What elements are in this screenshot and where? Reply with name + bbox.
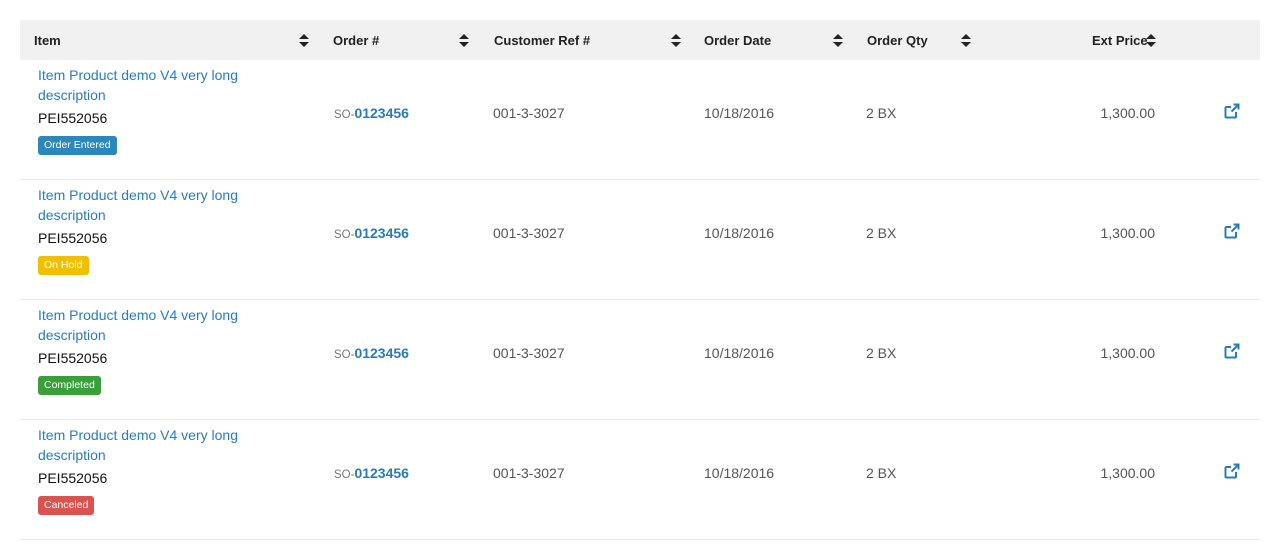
order-qty: 2 BX — [866, 465, 897, 481]
customer-ref: 001-3-3027 — [493, 105, 565, 121]
order-qty: 2 BX — [866, 345, 897, 361]
column-header-customer-ref: Customer Ref # — [494, 33, 591, 48]
order-lines-table: Item Order # Customer Ref # Order Date O… — [20, 20, 1260, 540]
ext-price: 1,300.00 — [1100, 345, 1156, 361]
order-prefix: SO- — [334, 109, 355, 121]
sort-icon[interactable] — [833, 34, 843, 47]
sort-icon[interactable] — [961, 34, 971, 47]
customer-ref: 001-3-3027 — [493, 345, 565, 361]
order-qty: 2 BX — [866, 105, 897, 121]
item-description-link[interactable]: Item Product demo V4 very long descripti… — [38, 65, 268, 105]
order-date: 10/18/2016 — [704, 465, 775, 481]
item-code: PEI552056 — [38, 350, 108, 366]
item-code: PEI552056 — [38, 470, 108, 486]
order-date: 10/18/2016 — [704, 345, 775, 361]
order-number-link[interactable]: 0123456 — [354, 345, 409, 361]
order-number: SO-0123456 — [334, 300, 409, 420]
order-number: SO-0123456 — [334, 180, 409, 300]
order-number: SO-0123456 — [334, 60, 409, 180]
column-header-order-qty: Order Qty — [867, 33, 928, 48]
ext-price: 1,300.00 — [1100, 225, 1156, 241]
order-number: SO-0123456 — [334, 420, 409, 540]
order-number-link[interactable]: 0123456 — [354, 225, 409, 241]
order-date: 10/18/2016 — [704, 105, 775, 121]
column-header-order-date: Order Date — [704, 33, 772, 48]
item-code: PEI552056 — [38, 110, 108, 126]
customer-ref: 001-3-3027 — [493, 225, 565, 241]
table-row: Item Product demo V4 very long descripti… — [20, 420, 1260, 540]
column-header-item: Item — [34, 33, 61, 48]
ext-price: 1,300.00 — [1100, 465, 1156, 481]
external-link-icon[interactable] — [1224, 103, 1240, 119]
order-prefix: SO- — [334, 229, 355, 241]
status-badge: Canceled — [38, 496, 95, 515]
ext-price: 1,300.00 — [1100, 105, 1156, 121]
status-badge: Completed — [38, 376, 101, 395]
order-prefix: SO- — [334, 469, 355, 481]
item-description-link[interactable]: Item Product demo V4 very long descripti… — [38, 305, 268, 345]
sort-icon[interactable] — [299, 34, 309, 47]
external-link-icon[interactable] — [1224, 343, 1240, 359]
item-description-link[interactable]: Item Product demo V4 very long descripti… — [38, 425, 268, 465]
customer-ref: 001-3-3027 — [493, 465, 565, 481]
item-description-link[interactable]: Item Product demo V4 very long descripti… — [38, 185, 268, 225]
status-badge: On Hold — [38, 256, 89, 275]
external-link-icon[interactable] — [1224, 463, 1240, 479]
order-date: 10/18/2016 — [704, 225, 775, 241]
table-row: Item Product demo V4 very long descripti… — [20, 300, 1260, 420]
table-body: Item Product demo V4 very long descripti… — [20, 60, 1260, 540]
sort-icon[interactable] — [459, 34, 469, 47]
external-link-icon[interactable] — [1224, 223, 1240, 239]
item-code: PEI552056 — [38, 230, 108, 246]
order-qty: 2 BX — [866, 225, 897, 241]
sort-icon[interactable] — [1146, 34, 1156, 47]
table-row: Item Product demo V4 very long descripti… — [20, 60, 1260, 180]
table-header: Item Order # Customer Ref # Order Date O… — [20, 20, 1260, 60]
sort-icon[interactable] — [671, 34, 681, 47]
order-prefix: SO- — [334, 349, 355, 361]
status-badge: Order Entered — [38, 136, 117, 155]
column-header-ext-price: Ext Price — [1092, 33, 1148, 48]
column-header-order: Order # — [333, 33, 380, 48]
order-number-link[interactable]: 0123456 — [354, 465, 409, 481]
table-row: Item Product demo V4 very long descripti… — [20, 180, 1260, 300]
order-number-link[interactable]: 0123456 — [354, 105, 409, 121]
